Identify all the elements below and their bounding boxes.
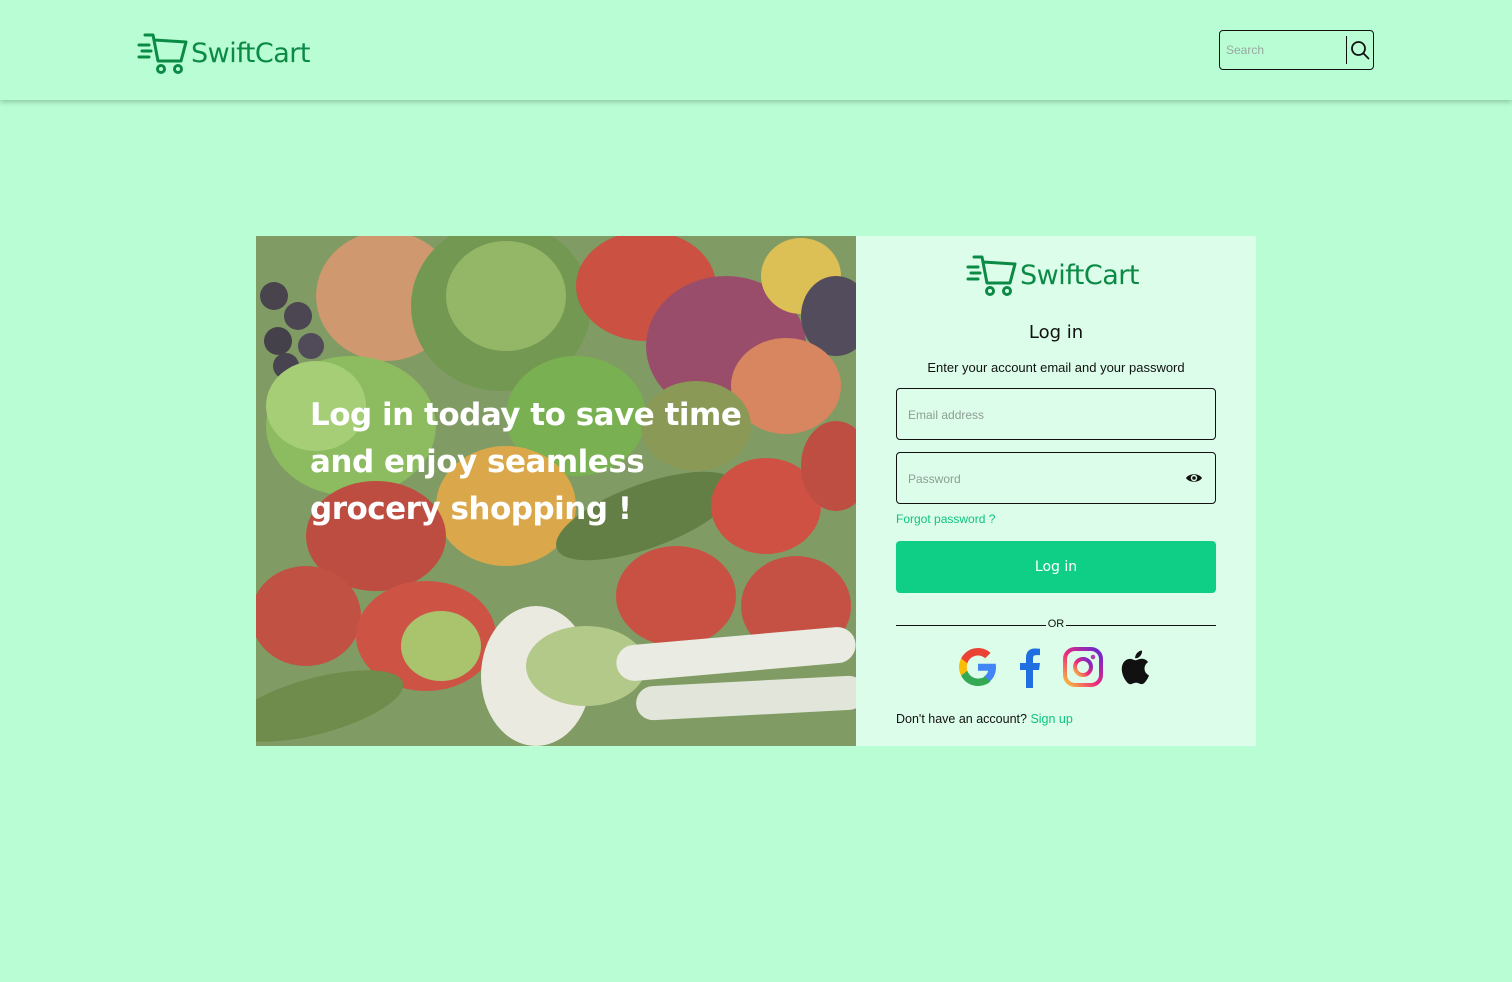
hero-headline: Log in today to save time and enjoy seam… bbox=[310, 397, 742, 527]
or-text: OR bbox=[1047, 618, 1065, 630]
shopping-cart-icon bbox=[966, 255, 1017, 296]
instagram-icon[interactable] bbox=[1061, 645, 1105, 689]
form-brand-name: SwiftCart bbox=[1020, 259, 1139, 291]
email-field[interactable] bbox=[908, 404, 1168, 426]
login-title: Log in bbox=[1028, 322, 1084, 343]
top-navigation-bar: SwiftCart bbox=[0, 0, 1512, 100]
login-card: Log in today to save time and enjoy seam… bbox=[256, 236, 1256, 746]
eye-icon[interactable] bbox=[1185, 470, 1203, 486]
password-field[interactable] bbox=[908, 468, 1168, 490]
search-bar bbox=[1219, 30, 1374, 70]
login-button[interactable]: Log in bbox=[896, 541, 1216, 593]
divider-line bbox=[1066, 625, 1216, 626]
password-field-box bbox=[896, 452, 1216, 504]
login-form-panel: SwiftCart Log in Enter your account emai… bbox=[856, 236, 1256, 746]
brand-logo[interactable]: SwiftCart bbox=[137, 31, 310, 75]
signup-link[interactable]: Sign up bbox=[1030, 712, 1072, 726]
facebook-icon[interactable] bbox=[1008, 645, 1052, 689]
search-input[interactable] bbox=[1226, 39, 1344, 61]
search-divider bbox=[1346, 36, 1347, 64]
login-subtitle: Enter your account email and your passwo… bbox=[927, 360, 1185, 375]
form-brand-logo: SwiftCart bbox=[966, 253, 1139, 297]
google-icon[interactable] bbox=[956, 645, 1000, 689]
search-icon[interactable] bbox=[1350, 40, 1370, 60]
email-field-box bbox=[896, 388, 1216, 440]
apple-icon[interactable] bbox=[1114, 645, 1158, 689]
forgot-password-link[interactable]: Forgot password ? bbox=[896, 512, 995, 526]
brand-name: SwiftCart bbox=[191, 37, 310, 69]
or-divider: OR bbox=[896, 617, 1216, 633]
signup-prompt-text: Don't have an account? bbox=[896, 712, 1027, 726]
signup-prompt: Don't have an account? Sign up bbox=[896, 712, 1073, 726]
hero-image-panel: Log in today to save time and enjoy seam… bbox=[256, 236, 856, 746]
shopping-cart-icon bbox=[137, 33, 188, 74]
